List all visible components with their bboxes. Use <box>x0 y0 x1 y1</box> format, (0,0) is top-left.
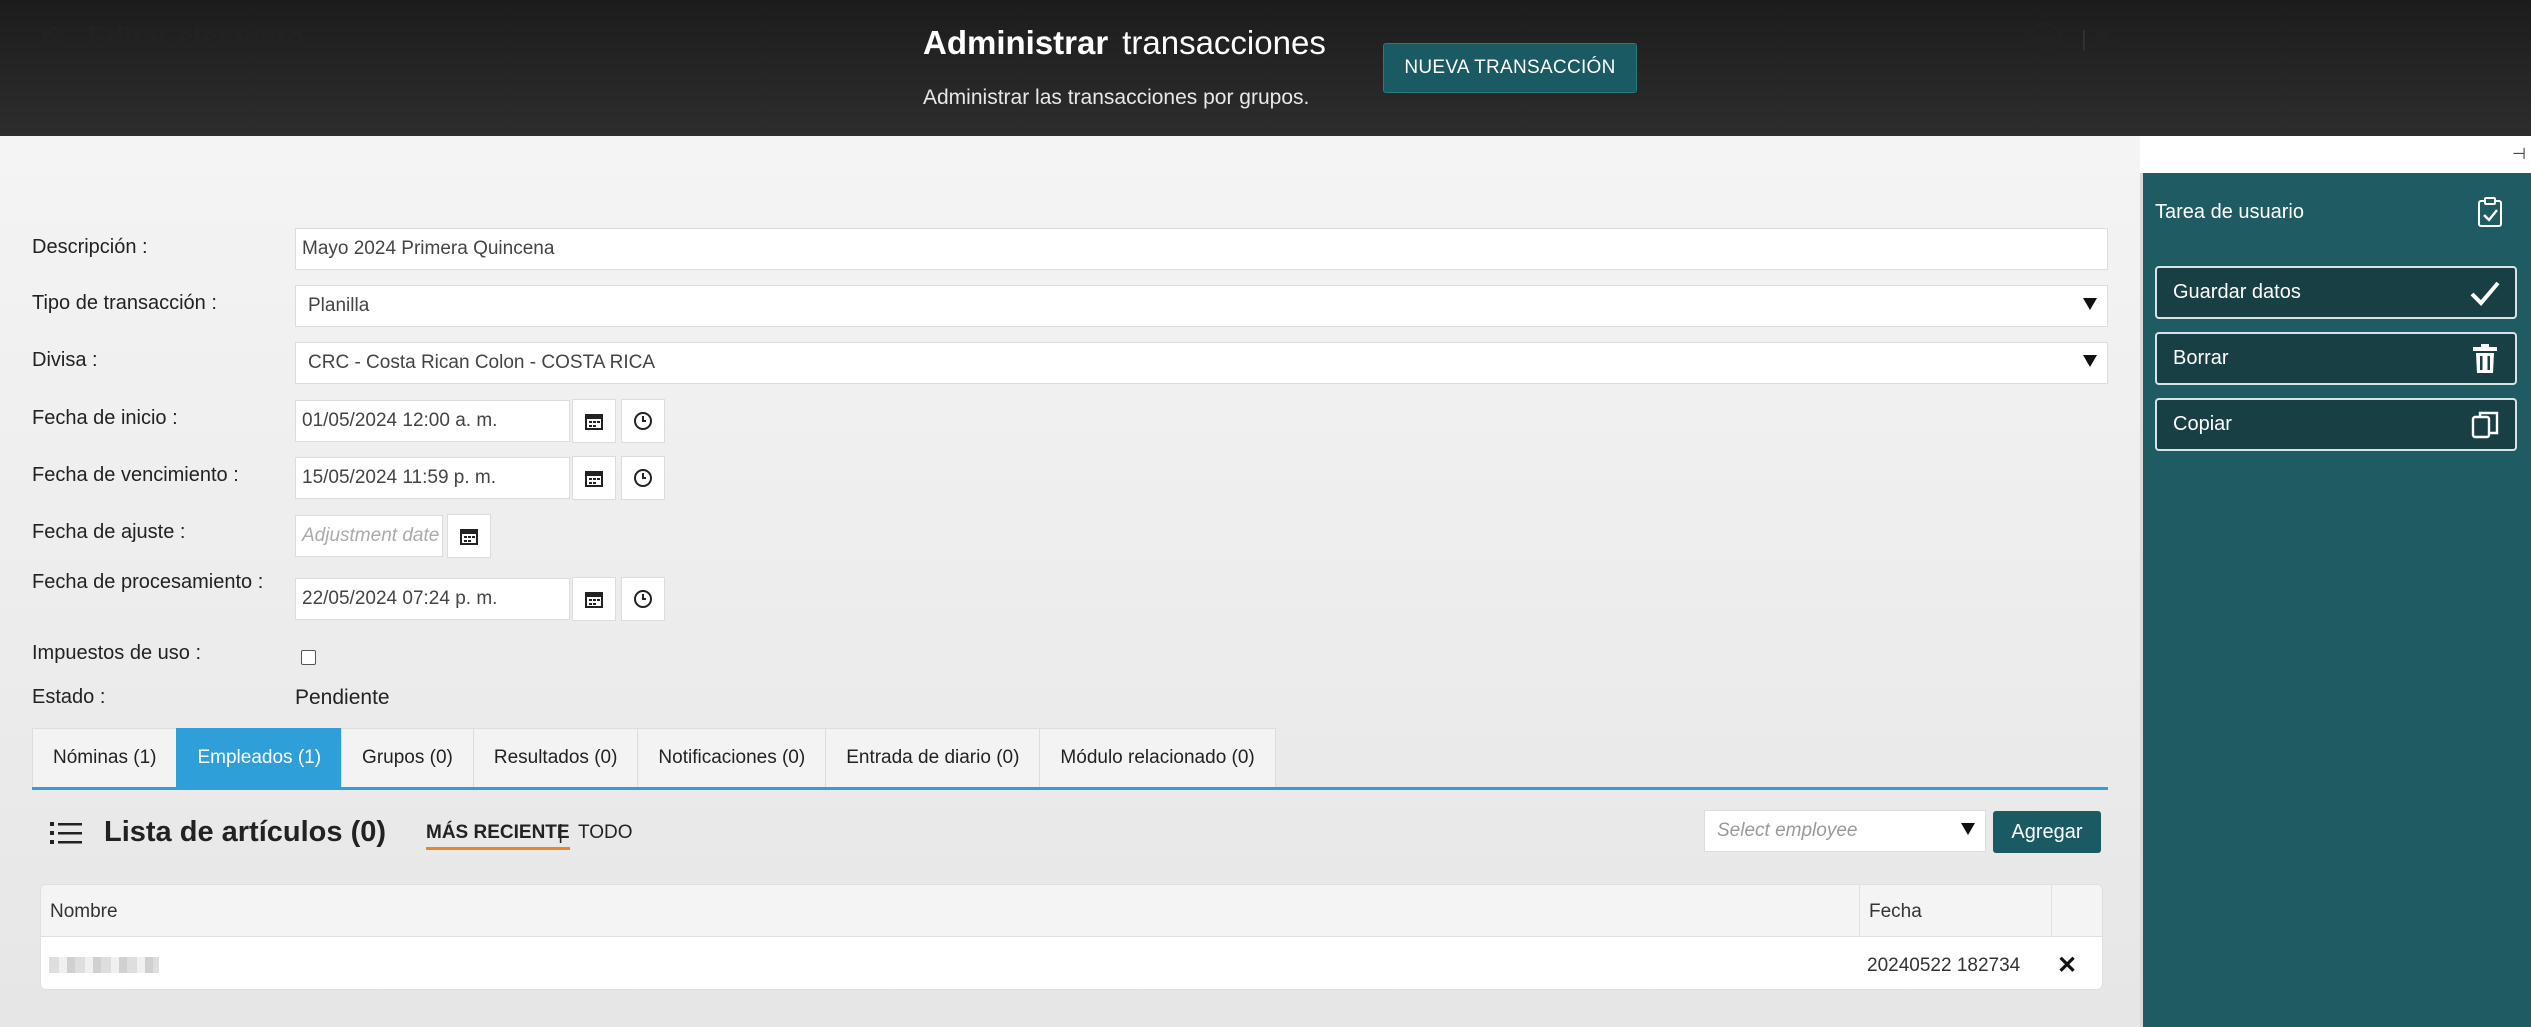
header-separator: | <box>2081 26 2087 51</box>
tab-payrolls[interactable]: Nóminas (1) <box>32 728 177 788</box>
due-date-calendar-button[interactable] <box>572 456 616 500</box>
status-value: Pendiente <box>295 686 390 709</box>
filter-separator: | <box>558 822 564 844</box>
delete-button-label: Borrar <box>2173 347 2229 369</box>
adjust-date-input[interactable]: Adjustment date <box>295 515 443 557</box>
type-select[interactable]: Planilla <box>295 285 2108 327</box>
due-date-input[interactable]: 15/05/2024 11:59 p. m. <box>295 457 570 499</box>
process-time-button[interactable] <box>621 577 665 621</box>
edit-icon <box>43 25 62 51</box>
tab-journal-entry[interactable]: Entrada de diario (0) <box>825 728 1040 788</box>
trash-icon <box>2473 344 2497 373</box>
tab-notifications[interactable]: Notificaciones (0) <box>637 728 826 788</box>
tax-label: Impuestos de uso : <box>32 642 201 664</box>
page-title-rest: transacciones <box>1122 24 1326 61</box>
delete-button[interactable]: Borrar <box>2155 332 2517 385</box>
process-date-label: Fecha de procesamiento : <box>32 571 264 593</box>
column-divider <box>1859 885 1860 937</box>
filter-all[interactable]: TODO <box>578 822 633 844</box>
column-divider <box>2051 885 2052 937</box>
type-select-value: Planilla <box>308 295 370 316</box>
adjust-date-label: Fecha de ajuste : <box>32 521 186 543</box>
page-title: Administrar transacciones <box>923 24 1326 62</box>
page-header: Administrar transacciones Administrar las… <box>0 0 2531 136</box>
calendar-icon <box>585 471 603 487</box>
chevron-down-icon <box>2083 298 2097 310</box>
redacted-name <box>49 957 159 973</box>
clipboard-check-icon <box>2478 197 2502 227</box>
chevron-down-icon <box>1961 823 1975 835</box>
copy-button[interactable]: Copiar <box>2155 398 2517 451</box>
start-date-input[interactable]: 01/05/2024 12:00 a. m. <box>295 400 570 442</box>
calendar-icon <box>585 592 603 608</box>
employee-select[interactable]: Select employee <box>1704 810 1986 852</box>
currency-select-value: CRC - Costa Rican Colon - COSTA RICA <box>308 352 656 373</box>
copy-button-label: Copiar <box>2173 413 2232 435</box>
pin-icon[interactable]: ⊣ <box>2512 144 2526 164</box>
list-title: Lista de artículos (0) <box>104 816 387 848</box>
list-icon <box>50 822 82 844</box>
type-label: Tipo de transacción : <box>32 292 217 314</box>
page-subtitle: Administrar las transacciones por grupos… <box>923 86 1310 109</box>
flag-icon[interactable] <box>2094 28 2116 50</box>
tab-related-module[interactable]: Módulo relacionado (0) <box>1039 728 1276 788</box>
filter-recent[interactable]: MÁS RECIENTE <box>426 822 570 850</box>
tab-underline <box>32 787 2108 790</box>
description-label: Descripción : <box>32 236 148 258</box>
back-arrow-icon[interactable] <box>2028 22 2062 56</box>
tax-checkbox[interactable] <box>301 650 316 665</box>
calendar-icon <box>460 529 478 545</box>
start-date-label: Fecha de inicio : <box>32 407 178 429</box>
column-date[interactable]: Fecha <box>1869 901 1922 923</box>
items-table: Nombre Fecha 20240522 182734 ✕ <box>40 884 2103 990</box>
due-time-button[interactable] <box>621 456 665 500</box>
start-time-button[interactable] <box>621 399 665 443</box>
new-transaction-button[interactable]: NUEVA TRANSACCIÓN <box>1383 43 1637 93</box>
page-title-bold: Administrar <box>923 24 1109 61</box>
adjust-date-calendar-button[interactable] <box>447 514 491 558</box>
start-date-calendar-button[interactable] <box>572 399 616 443</box>
form-title: Editar elemento <box>87 22 305 54</box>
process-date-calendar-button[interactable] <box>572 577 616 621</box>
currency-select[interactable]: CRC - Costa Rican Colon - COSTA RICA <box>295 342 2108 384</box>
add-button[interactable]: Agregar <box>1993 811 2101 853</box>
due-date-label: Fecha de vencimiento : <box>32 464 239 486</box>
copy-icon <box>2471 411 2499 439</box>
save-button-label: Guardar datos <box>2173 281 2301 303</box>
tab-bar: Nóminas (1) Empleados (1) Grupos (0) Res… <box>32 728 1276 788</box>
close-icon[interactable]: ✕ <box>2057 951 2077 980</box>
currency-label: Divisa : <box>32 349 98 371</box>
description-input[interactable]: Mayo 2024 Primera Quincena <box>295 228 2108 270</box>
row-date: 20240522 182734 <box>1867 955 2021 976</box>
checkmark-icon <box>2470 281 2500 306</box>
column-name[interactable]: Nombre <box>50 901 118 923</box>
adjust-date-placeholder: Adjustment date <box>302 525 440 546</box>
chevron-down-icon <box>2083 355 2097 367</box>
save-button[interactable]: Guardar datos <box>2155 266 2517 319</box>
clock-icon <box>634 469 652 487</box>
clock-icon <box>634 412 652 430</box>
sidebar-topbar <box>2140 136 2531 173</box>
tab-employees[interactable]: Empleados (1) <box>176 728 342 788</box>
clock-icon <box>634 590 652 608</box>
status-label: Estado : <box>32 686 106 708</box>
process-date-input[interactable]: 22/05/2024 07:24 p. m. <box>295 578 570 620</box>
tab-results[interactable]: Resultados (0) <box>472 728 638 788</box>
table-header: Nombre Fecha <box>41 885 2102 937</box>
calendar-icon <box>585 414 603 430</box>
sidebar-title: Tarea de usuario <box>2155 201 2304 223</box>
tab-groups[interactable]: Grupos (0) <box>341 728 473 788</box>
employee-select-placeholder: Select employee <box>1717 820 1858 841</box>
